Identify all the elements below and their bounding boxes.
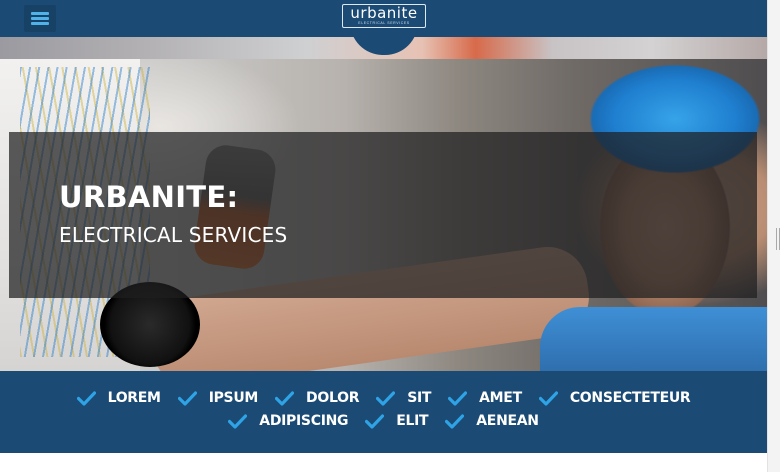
checkmark-icon	[445, 413, 465, 429]
scrollbar-grip[interactable]	[776, 228, 780, 250]
checkmark-icon	[448, 390, 468, 406]
site-logo[interactable]: urbanite ELECTRICAL SERVICES	[334, 0, 434, 55]
hero-banner: URBANITE: ELECTRICAL SERVICES	[0, 37, 767, 371]
feature-label: AMET	[479, 390, 522, 406]
feature-item: ADIPISCING	[228, 413, 349, 429]
feature-label: LOREM	[107, 390, 161, 406]
feature-label: DOLOR	[306, 390, 360, 406]
menu-bar-bottom	[31, 22, 49, 25]
checkmark-icon	[177, 390, 197, 406]
checkmark-icon	[376, 390, 396, 406]
checkmark-icon	[228, 413, 248, 429]
feature-item: LOREM	[76, 390, 161, 406]
feature-item: ELIT	[365, 413, 429, 429]
feature-item: SIT	[376, 390, 431, 406]
checkmark-icon	[76, 390, 96, 406]
feature-label: IPSUM	[208, 390, 259, 406]
hamburger-menu-icon[interactable]	[24, 5, 56, 32]
hero-title: URBANITE:	[59, 180, 239, 214]
hero-subtitle: ELECTRICAL SERVICES	[59, 223, 288, 247]
checkmark-icon	[365, 413, 385, 429]
features-row-2: ADIPISCING ELIT AENEAN	[0, 413, 767, 429]
feature-item: AMET	[448, 390, 522, 406]
checkmark-icon	[538, 390, 558, 406]
logo-text: urbanite	[350, 4, 418, 22]
menu-bar-top	[31, 12, 49, 15]
vertical-scrollbar[interactable]	[767, 0, 780, 472]
feature-item: CONSECTETEUR	[538, 390, 691, 406]
menu-bar-middle	[31, 17, 49, 20]
features-bar: LOREM IPSUM DOLOR SIT AMET CONSECTETEUR	[0, 371, 767, 453]
feature-item: AENEAN	[445, 413, 539, 429]
feature-item: IPSUM	[177, 390, 259, 406]
logo-frame: urbanite ELECTRICAL SERVICES	[342, 4, 426, 28]
features-row-1: LOREM IPSUM DOLOR SIT AMET CONSECTETEUR	[0, 390, 767, 406]
checkmark-icon	[275, 390, 295, 406]
feature-label: ADIPISCING	[259, 413, 349, 429]
feature-label: AENEAN	[476, 413, 539, 429]
feature-label: SIT	[407, 390, 432, 406]
feature-item: DOLOR	[275, 390, 359, 406]
hero-caption-overlay: URBANITE: ELECTRICAL SERVICES	[9, 132, 757, 298]
feature-label: CONSECTETEUR	[569, 390, 691, 406]
feature-label: ELIT	[396, 413, 429, 429]
hero-shirt-image	[540, 307, 767, 371]
page: urbanite ELECTRICAL SERVICES URBANITE: E…	[0, 0, 767, 472]
